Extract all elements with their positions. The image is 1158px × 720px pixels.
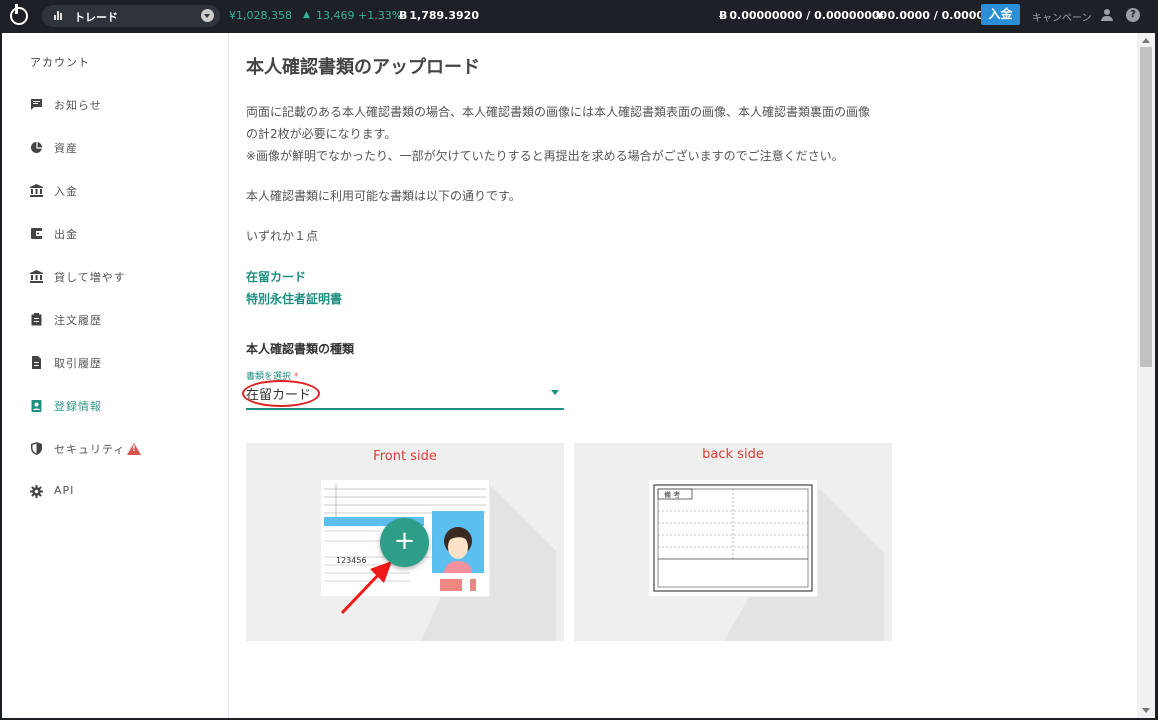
sidebar-item-deposit[interactable]: 入金 <box>30 181 220 201</box>
warning-icon <box>127 443 141 455</box>
bank-icon <box>30 270 43 283</box>
sidebar: アカウント お知らせ 資産 入金 出金 貸して増やす 注文履歴 取引履歴 登録情… <box>2 33 229 718</box>
contact-icon <box>31 400 42 412</box>
sidebar-item-withdraw[interactable]: 出金 <box>30 224 220 244</box>
sidebar-item-lending[interactable]: 貸して増やす <box>30 267 220 287</box>
description-line-3: ※画像が鮮明でなかったり、一部が欠けていたりすると再提出を求める場合がございます… <box>246 149 844 163</box>
bar-chart-icon <box>54 11 64 20</box>
add-front-image-button[interactable]: + <box>380 518 429 567</box>
gear-icon <box>30 485 43 498</box>
bank-icon <box>30 184 43 197</box>
back-side-upload[interactable]: back side 備 考 <box>574 443 892 641</box>
campaign-link[interactable]: キャンペーン <box>1032 9 1092 24</box>
back-side-label: back side <box>702 447 764 462</box>
sidebar-item-api[interactable]: API <box>30 482 220 502</box>
description-line-2: の計2枚が必要になります。 <box>246 127 397 141</box>
btc-price: Ƀ 1,789.3920 <box>399 9 479 22</box>
shield-icon <box>31 442 42 455</box>
bitbank-logo[interactable] <box>10 4 28 25</box>
front-side-label: Front side <box>373 449 437 464</box>
clipboard-icon <box>31 313 42 326</box>
main-content: 本人確認書類のアップロード 両面に記載のある本人確認書類の場合、本人確認書類の画… <box>229 33 1137 718</box>
user-icon[interactable] <box>1101 9 1113 21</box>
sidebar-item-assets[interactable]: 資産 <box>30 138 220 158</box>
scroll-up-icon[interactable] <box>1142 38 1150 43</box>
sidebar-title: アカウント <box>30 56 90 69</box>
deposit-button[interactable]: 入金 <box>981 4 1020 25</box>
sidebar-item-order-history[interactable]: 注文履歴 <box>30 310 220 330</box>
bitcoin-icon: Ƀ <box>719 9 728 22</box>
dropdown-arrow-icon[interactable] <box>551 390 559 395</box>
pie-chart-icon <box>31 142 43 153</box>
any-one-text: いずれか１点 <box>246 229 319 243</box>
select-underline <box>246 408 564 410</box>
sidebar-item-registration-info[interactable]: 登録情報 <box>30 396 220 416</box>
bitcoin-icon: Ƀ <box>399 9 408 22</box>
btc-balance: Ƀ 0.00000000 / 0.00000000 <box>719 9 888 22</box>
chevron-down-icon[interactable] <box>201 9 214 22</box>
arrow-up-icon: ▲ <box>303 10 310 20</box>
available-documents-text: 本人確認書類に利用可能な書類は以下の通りです。 <box>246 189 521 203</box>
trade-menu[interactable]: トレード <box>42 5 220 27</box>
sidebar-item-security[interactable]: セキュリティ <box>30 439 220 459</box>
jpy-available: ¥ 0.0000 / 0.0000 <box>876 9 985 22</box>
residence-card-link[interactable]: 在留カード <box>246 268 306 285</box>
description-line-1: 両面に記載のある本人確認書類の場合、本人確認書類の画像には本人確認書類表面の画像… <box>246 105 871 119</box>
page-title: 本人確認書類のアップロード <box>246 57 480 78</box>
special-permanent-resident-link[interactable]: 特別永住者証明書 <box>246 290 342 307</box>
trade-label: トレード <box>74 11 118 24</box>
sidebar-item-notifications[interactable]: お知らせ <box>30 95 220 115</box>
sidebar-item-trade-history[interactable]: 取引履歴 <box>30 353 220 373</box>
license-back-illustration: 備 考 <box>648 479 818 597</box>
red-arrow-annotation <box>340 561 392 615</box>
top-bar: トレード ¥1,028,358 ▲ 13,469 +1.33% Ƀ 1,789.3… <box>0 0 1158 33</box>
vertical-scrollbar[interactable] <box>1137 33 1155 718</box>
jpy-balance: ¥1,028,358 <box>229 9 292 22</box>
annotation-circle <box>242 380 320 407</box>
price-change: 13,469 +1.33% <box>316 9 403 22</box>
scroll-thumb[interactable] <box>1140 47 1152 367</box>
wallet-icon <box>31 228 42 239</box>
document-icon <box>32 356 41 369</box>
remarks-label: 備 考 <box>664 490 680 499</box>
document-type-heading: 本人確認書類の種類 <box>246 342 355 356</box>
help-icon[interactable]: ? <box>1126 8 1140 22</box>
scroll-down-icon[interactable] <box>1142 708 1150 713</box>
message-icon <box>31 99 42 110</box>
